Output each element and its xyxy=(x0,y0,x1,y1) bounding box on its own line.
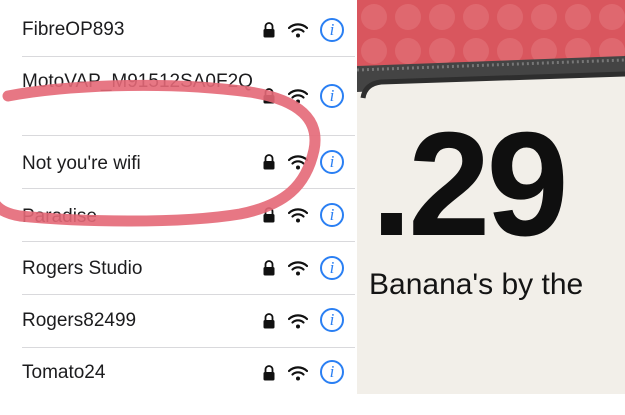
wifi-signal-icon xyxy=(288,155,308,170)
network-name: Tomato24 xyxy=(22,362,106,383)
wifi-network-row[interactable]: Not you're wifi i xyxy=(0,136,355,189)
bottom-margin xyxy=(0,394,625,415)
info-button[interactable]: i xyxy=(320,360,344,384)
wifi-signal-icon xyxy=(288,23,308,38)
lock-icon xyxy=(263,154,275,170)
wifi-network-row[interactable]: Tomato24 i xyxy=(0,348,355,394)
wifi-signal-icon xyxy=(288,366,308,381)
info-button[interactable]: i xyxy=(320,308,344,332)
wifi-signal-icon xyxy=(288,261,308,276)
wifi-signal-icon xyxy=(288,208,308,223)
lock-icon xyxy=(263,207,275,223)
lock-icon xyxy=(263,22,275,38)
wifi-signal-icon xyxy=(288,89,308,104)
lock-icon xyxy=(263,88,275,104)
wifi-network-row[interactable]: FibreOP893 i xyxy=(0,0,355,57)
price-caption: Banana's by the xyxy=(369,268,584,301)
network-name: Not you're wifi xyxy=(22,153,141,174)
wifi-signal-icon xyxy=(288,314,308,329)
wifi-network-list: FibreOP893 i MotoVAP_M91512SA0F2Q i Not … xyxy=(0,0,355,394)
lock-icon xyxy=(263,260,275,276)
info-button[interactable]: i xyxy=(320,84,344,108)
network-name: MotoVAP_M91512SA0F2Q xyxy=(22,71,253,92)
network-name: Rogers Studio xyxy=(22,258,143,279)
price-text: .29 xyxy=(371,102,569,267)
info-button[interactable]: i xyxy=(320,150,344,174)
wifi-network-row[interactable]: Rogers Studio i xyxy=(0,242,355,295)
info-button[interactable]: i xyxy=(320,203,344,227)
lock-icon xyxy=(263,365,275,381)
lock-icon xyxy=(263,313,275,329)
wifi-network-row[interactable]: MotoVAP_M91512SA0F2Q i xyxy=(0,57,355,136)
info-button[interactable]: i xyxy=(320,256,344,280)
network-name: Rogers82499 xyxy=(22,310,137,331)
wifi-network-row[interactable]: Paradise i xyxy=(0,189,355,242)
price-sign-photo: .29 Banana's by the xyxy=(357,0,625,394)
wifi-network-row[interactable]: Rogers82499 i xyxy=(0,295,355,348)
network-name: Paradise xyxy=(22,206,97,227)
network-name: FibreOP893 xyxy=(22,19,125,40)
info-button[interactable]: i xyxy=(320,18,344,42)
